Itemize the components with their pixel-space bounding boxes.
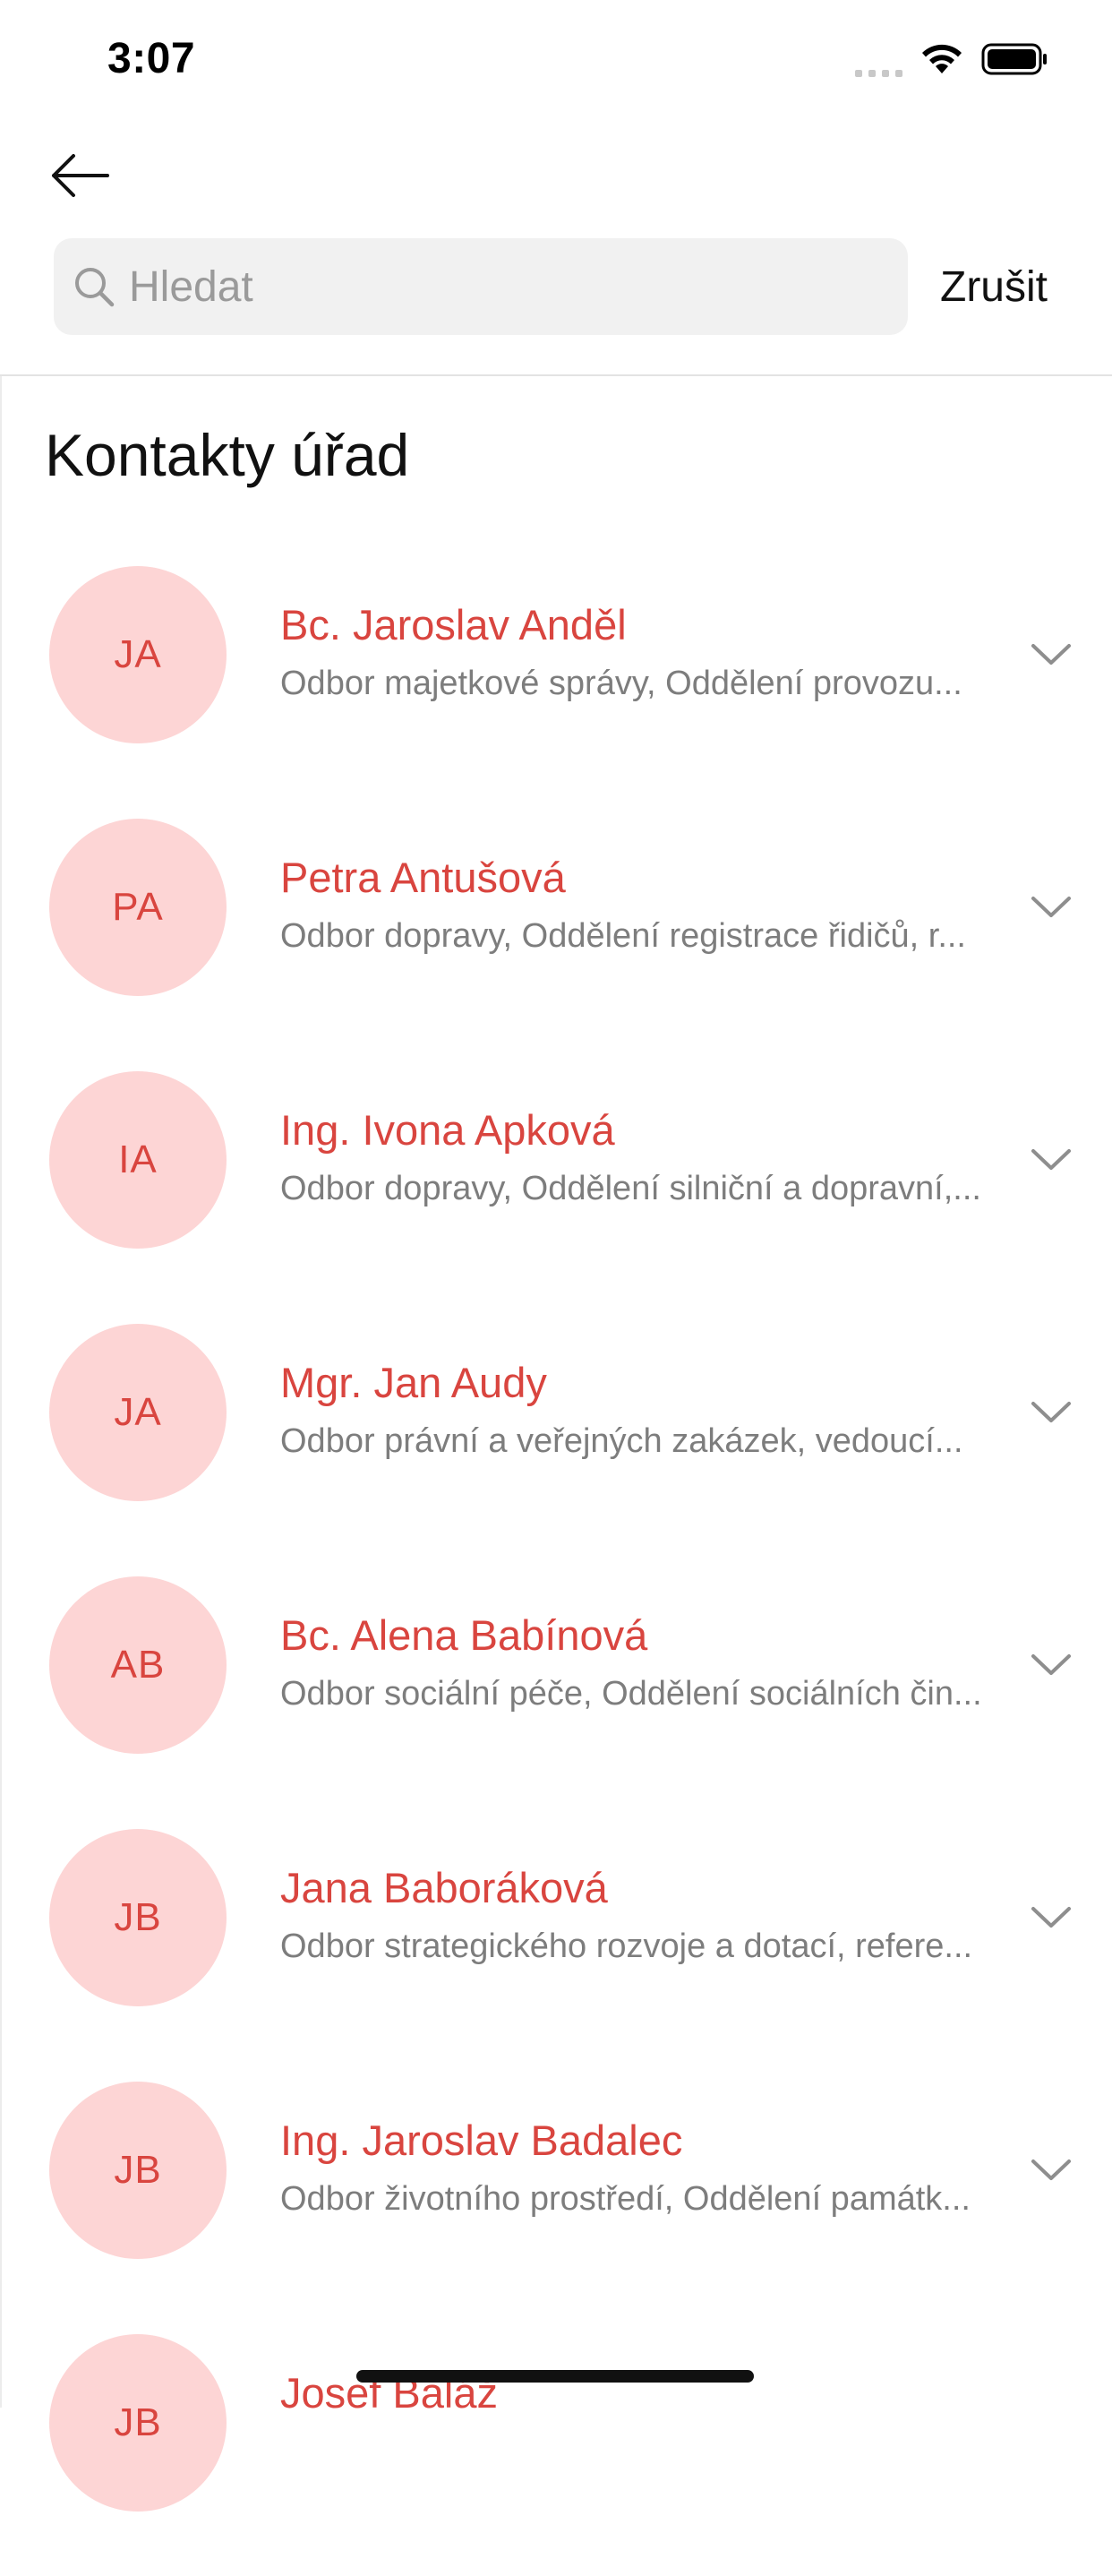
chevron-down-icon[interactable] [1030,1399,1073,1426]
contact-department: Odbor právní a veřejných zakázek, vedouc… [280,1422,963,1460]
avatar: JA [49,1324,227,1501]
avatar: IA [49,1071,227,1249]
battery-icon [981,43,1047,75]
search-icon [75,268,115,307]
search-box[interactable] [54,238,908,335]
contact-list: JA Bc. Jaroslav Anděl Odbor majetkové sp… [0,555,1112,2576]
home-indicator[interactable] [356,2370,754,2383]
wifi-icon [922,44,962,73]
contact-department: Odbor životního prostředí, Oddělení pamá… [280,2180,971,2218]
contact-name: Jana Baboráková [280,1864,608,1911]
contact-department: Odbor dopravy, Oddělení registrace řidič… [280,917,966,955]
status-bar: 3:07 [0,0,1112,118]
search-row: Zrušit [54,238,1065,335]
contact-item[interactable]: AB Bc. Alena Babínová Odbor sociální péč… [0,1566,1112,1818]
contact-item[interactable]: PA Petra Antušová Odbor dopravy, Oddělen… [0,808,1112,1060]
avatar: JB [49,1829,227,2006]
contact-name: Bc. Jaroslav Anděl [280,601,627,648]
contact-name: Ing. Jaroslav Badalec [280,2117,683,2164]
search-input[interactable] [127,261,865,313]
header-divider [0,374,1112,376]
cellular-signal-icon [855,41,902,77]
contact-item[interactable]: JB Jana Baboráková Odbor strategického r… [0,1818,1112,2071]
avatar: JB [49,2334,227,2512]
cancel-button[interactable]: Zrušit [940,238,1048,335]
contact-department: Odbor majetkové správy, Oddělení provozu… [280,665,962,702]
contact-item[interactable]: JB Josef Baláž [0,2323,1112,2576]
status-icons [855,41,1049,77]
avatar: JA [49,566,227,743]
avatar: JB [49,2082,227,2259]
contact-name: Ing. Ivona Apková [280,1106,615,1154]
page-title: Kontakty úřad [45,422,410,488]
contact-item[interactable]: JA Mgr. Jan Audy Odbor právní a veřejnýc… [0,1313,1112,1566]
avatar: AB [49,1576,227,1754]
contact-name: Petra Antušová [280,854,566,901]
contact-department: Odbor dopravy, Oddělení silniční a dopra… [280,1170,981,1207]
contact-item[interactable]: JB Ing. Jaroslav Badalec Odbor životního… [0,2071,1112,2323]
contact-item[interactable]: IA Ing. Ivona Apková Odbor dopravy, Oddě… [0,1060,1112,1313]
chevron-down-icon[interactable] [1030,894,1073,921]
contact-item[interactable]: JA Bc. Jaroslav Anděl Odbor majetkové sp… [0,555,1112,808]
back-button[interactable] [48,143,120,208]
status-time: 3:07 [107,35,196,82]
chevron-down-icon[interactable] [1030,1146,1073,1173]
contact-name: Mgr. Jan Audy [280,1359,547,1406]
arrow-left-icon [52,154,109,197]
chevron-down-icon[interactable] [1030,641,1073,668]
chevron-down-icon[interactable] [1030,1904,1073,1931]
contact-department: Odbor strategického rozvoje a dotací, re… [280,1928,973,1965]
contact-name: Bc. Alena Babínová [280,1611,648,1659]
avatar: PA [49,819,227,996]
chevron-down-icon[interactable] [1030,1652,1073,1679]
chevron-down-icon[interactable] [1030,2157,1073,2184]
contact-department: Odbor sociální péče, Oddělení sociálních… [280,1675,982,1713]
